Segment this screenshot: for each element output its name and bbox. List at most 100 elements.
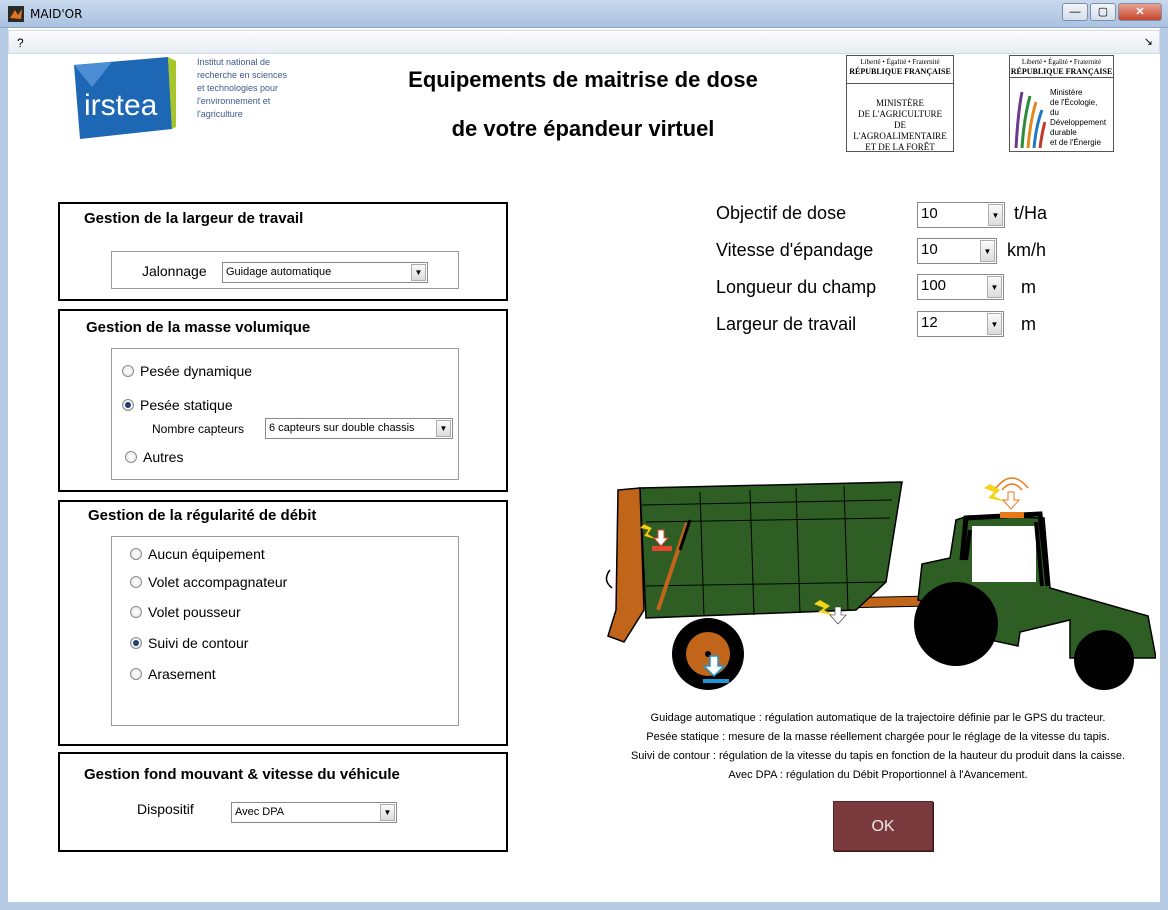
- radio-volet-accompagnateur[interactable]: Volet accompagnateur: [130, 574, 287, 590]
- irstea-logo: irstea: [74, 57, 176, 139]
- radio-label: Volet pousseur: [148, 604, 241, 620]
- chevron-down-icon[interactable]: ▼: [988, 204, 1003, 226]
- radio-label: Autres: [143, 449, 184, 465]
- radio-suivi-de-contour[interactable]: Suivi de contour: [130, 635, 248, 651]
- chevron-down-icon[interactable]: ▼: [436, 420, 451, 437]
- page-title-line1: Equipements de maitrise de dose: [408, 67, 758, 92]
- legend-line: Avec DPA : régulation du Débit Proportio…: [728, 769, 1028, 781]
- radio-label: Suivi de contour: [148, 635, 249, 651]
- largeur-panel: Gestion de la largeur de travail Jalonna…: [58, 202, 508, 301]
- chevron-down-icon[interactable]: ▼: [380, 804, 395, 821]
- radio-label: Pesée statique: [140, 397, 233, 413]
- window-frame-left: [0, 28, 8, 910]
- radio-label: Pesée dynamique: [140, 363, 253, 379]
- jalonnage-select[interactable]: Guidage automatique ▼: [222, 262, 428, 283]
- radio-button[interactable]: [130, 606, 142, 618]
- window-frame-bottom: [0, 902, 1168, 910]
- minimize-button[interactable]: —: [1062, 3, 1088, 21]
- param-vitesse-select[interactable]: 10 ▼: [917, 238, 997, 264]
- nombre-capteurs-value: 6 capteurs sur double chassis: [269, 422, 415, 434]
- legend-line: Suivi de contour : régulation de la vite…: [630, 750, 1126, 762]
- tractor-rear-wheel: [914, 582, 998, 666]
- masse-panel: Gestion de la masse volumique Pesée dyna…: [58, 309, 508, 492]
- regularite-inner-box: Aucun équipement Volet accompagnateur Vo…: [111, 536, 459, 726]
- largeur-panel-title: Gestion de la largeur de travail: [84, 210, 304, 227]
- irstea-tagline-line: et technologies pour: [197, 83, 279, 93]
- radio-button[interactable]: [122, 365, 134, 377]
- largeur-inner-box: Jalonnage Guidage automatique ▼: [111, 251, 459, 289]
- close-button[interactable]: ✕: [1118, 3, 1162, 21]
- param-value: 12: [921, 314, 938, 331]
- ministry-motto: Liberté • Égalité • Fraternité: [1021, 58, 1102, 66]
- radio-button[interactable]: [130, 548, 142, 560]
- ministry-ecologie-emblem: [1014, 91, 1046, 148]
- ministry-republic: RÉPUBLIQUE FRANÇAISE: [1010, 67, 1113, 76]
- radio-aucun-equipement[interactable]: Aucun équipement: [130, 546, 265, 562]
- masse-panel-title: Gestion de la masse volumique: [86, 319, 311, 336]
- ground-sensor-bar: [703, 679, 729, 683]
- gps-sensor-bar: [1000, 512, 1024, 518]
- param-label-longueur: Longueur du champ: [716, 277, 877, 297]
- chevron-down-icon[interactable]: ▼: [987, 276, 1002, 298]
- radio-button[interactable]: [125, 451, 137, 463]
- param-largeur-select[interactable]: 12 ▼: [917, 311, 1004, 337]
- help-menu[interactable]: ?: [17, 36, 24, 50]
- radio-volet-pousseur[interactable]: Volet pousseur: [130, 604, 241, 620]
- dispositif-label: Dispositif: [137, 801, 194, 817]
- radio-button[interactable]: [122, 399, 134, 411]
- ministry-line: MINISTÈRE: [876, 98, 924, 108]
- radio-button[interactable]: [130, 576, 142, 588]
- param-label-largeur: Largeur de travail: [716, 314, 857, 334]
- radio-arasement[interactable]: Arasement: [130, 666, 216, 682]
- nombre-capteurs-select[interactable]: 6 capteurs sur double chassis ▼: [265, 418, 453, 439]
- title-bar: MAID'OR — ▢ ✕: [0, 0, 1168, 28]
- toolbar-toggle-icon[interactable]: ↘: [1144, 35, 1153, 48]
- regularite-panel: Gestion de la régularité de débit Aucun …: [58, 500, 508, 746]
- ministry-line: durable: [1050, 128, 1077, 137]
- ministry-line: du Développement: [1050, 108, 1107, 127]
- param-value: 10: [921, 241, 938, 258]
- irstea-tagline-line: recherche en sciences: [197, 70, 288, 80]
- irstea-tagline-line: Institut national de: [197, 57, 271, 67]
- legend-line: Guidage automatique : régulation automat…: [650, 712, 1106, 724]
- radio-autres[interactable]: Autres: [125, 449, 183, 465]
- ministry-line: Ministère: [1050, 88, 1083, 97]
- radio-button[interactable]: [130, 637, 142, 649]
- param-unit-longueur: m: [1021, 277, 1036, 297]
- ministry-line: de l'Écologie,: [1050, 98, 1098, 107]
- ok-button[interactable]: OK: [833, 801, 933, 851]
- chevron-down-icon[interactable]: ▼: [980, 240, 995, 262]
- fond-panel-title: Gestion fond mouvant & vitesse du véhicu…: [84, 766, 400, 783]
- radio-button[interactable]: [130, 668, 142, 680]
- menu-bar: ? ↘: [8, 30, 1160, 54]
- chevron-down-icon[interactable]: ▼: [987, 313, 1002, 335]
- window-frame-right: [1160, 28, 1168, 910]
- radio-pesee-dynamique[interactable]: Pesée dynamique: [122, 363, 252, 379]
- ministry-agriculture-logo: Liberté • Égalité • Fraternité RÉPUBLIQU…: [846, 55, 954, 152]
- client-area: irstea Institut national de recherche en…: [8, 55, 1160, 902]
- regularite-panel-title: Gestion de la régularité de débit: [88, 507, 317, 524]
- page-title: Equipements de maitrise de dose de votre…: [338, 55, 828, 153]
- param-unit-largeur: m: [1021, 314, 1036, 334]
- param-longueur-select[interactable]: 100 ▼: [917, 274, 1004, 300]
- param-unit-vitesse: km/h: [1007, 240, 1047, 260]
- param-label-dose: Objectif de dose: [716, 203, 847, 223]
- param-value: 10: [921, 205, 938, 222]
- chevron-down-icon[interactable]: ▼: [411, 264, 426, 281]
- matlab-app-icon: [8, 6, 24, 22]
- irstea-logo-text: irstea: [84, 89, 158, 122]
- dispositif-select[interactable]: Avec DPA ▼: [231, 802, 397, 823]
- jalonnage-value: Guidage automatique: [226, 266, 332, 278]
- masse-inner-box: Pesée dynamique Pesée statique Nombre ca…: [111, 348, 459, 480]
- irstea-tagline-line: l'environnement et: [197, 96, 271, 106]
- legend-line: Pesée statique : mesure de la masse réel…: [646, 731, 1110, 743]
- irstea-tagline-line: l'agriculture: [197, 109, 243, 119]
- tractor-spreader-illustration: [605, 477, 1156, 690]
- legend: Guidage automatique : régulation automat…: [608, 709, 1148, 785]
- ministry-ecologie-logo: Liberté • Égalité • Fraternité RÉPUBLIQU…: [1009, 55, 1114, 152]
- maximize-button[interactable]: ▢: [1090, 3, 1116, 21]
- ministry-line: DE L'AGRICULTURE: [857, 109, 943, 119]
- param-dose-select[interactable]: 10 ▼: [917, 202, 1005, 228]
- tractor-front-wheel: [1074, 630, 1134, 690]
- radio-pesee-statique[interactable]: Pesée statique: [122, 397, 233, 413]
